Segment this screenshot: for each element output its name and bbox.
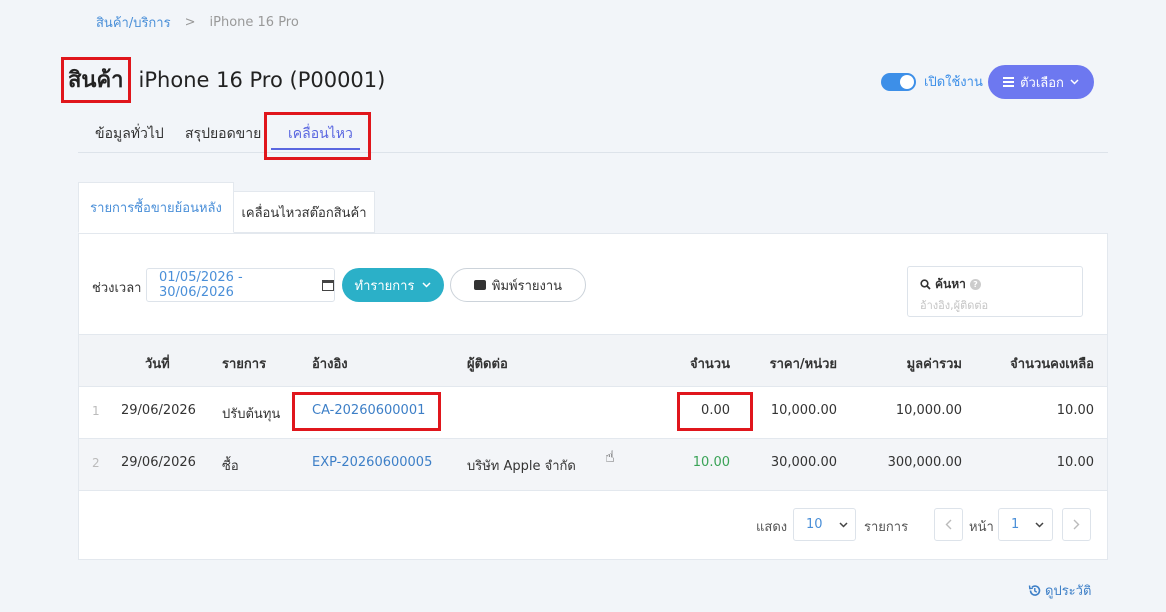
search-title: ค้นหา ? <box>920 275 1070 294</box>
table-header: วันที่ รายการ อ้างอิง ผู้ติดต่อ จำนวน รา… <box>79 334 1107 387</box>
next-page-button[interactable] <box>1062 508 1091 541</box>
print-report-button[interactable]: พิมพ์รายงาน <box>450 268 586 302</box>
row-balance: 10.00 <box>1056 455 1094 470</box>
active-toggle-switch[interactable] <box>881 72 916 91</box>
chevron-down-icon <box>839 521 848 528</box>
col-balance[interactable]: จำนวนคงเหลือ <box>1010 353 1094 374</box>
action-button-label: ทำรายการ <box>354 278 415 294</box>
row-total: 300,000.00 <box>887 455 962 470</box>
title-product-name: iPhone 16 Pro (P00001) <box>138 68 386 92</box>
chevron-left-icon <box>945 519 952 530</box>
breadcrumb: สินค้า/บริการ > iPhone 16 Pro <box>96 12 299 33</box>
table-row: 1 29/06/2026 ปรับต้นทุน CA-20260600001 0… <box>79 387 1107 439</box>
tab-movement-highlight <box>264 112 371 160</box>
row-number: 1 <box>92 404 100 418</box>
options-button-label: ตัวเลือก <box>1020 75 1064 91</box>
date-range-input[interactable]: 01/05/2026 - 30/06/2026 <box>146 268 335 302</box>
col-reference[interactable]: อ้างอิง <box>312 353 348 374</box>
row-quantity: 10.00 <box>692 455 730 470</box>
row-unit-price: 10,000.00 <box>770 403 837 418</box>
search-label: ค้นหา <box>935 277 966 291</box>
pagination-show-label: แสดง <box>756 520 788 535</box>
page-size-value: 10 <box>806 517 823 532</box>
col-unit-price[interactable]: ราคา/หน่วย <box>770 353 837 374</box>
breadcrumb-parent-link[interactable]: สินค้า/บริการ <box>96 12 171 33</box>
main-tabs: ข้อมูลทั่วไป สรุปยอดขาย เคลื่อนไหว <box>78 113 1108 153</box>
chevron-down-icon <box>1035 521 1044 528</box>
col-date[interactable]: วันที่ <box>145 353 170 374</box>
subtab-stock-movement[interactable]: เคลื่อนไหวสต๊อกสินค้า <box>233 191 375 233</box>
search-input[interactable] <box>920 299 1070 312</box>
subtab-transaction-history[interactable]: รายการซื้อขายย้อนหลัง <box>78 182 234 233</box>
menu-icon <box>1003 77 1015 87</box>
row-type: ปรับต้นทุน <box>222 407 281 422</box>
row-date: 29/06/2026 <box>121 455 196 470</box>
row-type: ซื้อ <box>222 459 239 474</box>
page-size-select[interactable]: 10 <box>793 508 856 541</box>
breadcrumb-separator: > <box>184 15 196 30</box>
date-range-value: 01/05/2026 - 30/06/2026 <box>159 270 243 300</box>
row-unit-price: 30,000.00 <box>770 455 837 470</box>
tab-sales-summary[interactable]: สรุปยอดขาย <box>185 123 261 145</box>
options-button[interactable]: ตัวเลือก <box>988 65 1094 99</box>
print-button-label: พิมพ์รายงาน <box>491 278 563 294</box>
breadcrumb-current: iPhone 16 Pro <box>209 15 299 30</box>
history-link-label: ดูประวัติ <box>1045 584 1092 599</box>
prev-page-button[interactable] <box>934 508 963 541</box>
row-balance: 10.00 <box>1056 403 1094 418</box>
row-number: 2 <box>92 456 100 470</box>
action-button[interactable]: ทำรายการ <box>342 268 444 302</box>
chevron-right-icon <box>1073 519 1080 530</box>
hand-cursor-icon: ☝ <box>605 447 615 466</box>
pagination-page-label: หน้า <box>969 520 994 535</box>
search-icon <box>920 279 931 290</box>
help-icon[interactable]: ? <box>969 279 981 290</box>
chevron-down-icon <box>1070 79 1079 85</box>
history-icon <box>1028 585 1041 596</box>
page-number-select[interactable]: 1 <box>998 508 1053 541</box>
view-history-link[interactable]: ดูประวัติ <box>1028 580 1091 601</box>
page-title: สินค้า iPhone 16 Pro (P00001) <box>61 57 385 103</box>
table-row: 2 29/06/2026 ซื้อ EXP-20260600005 บริษัท… <box>79 439 1107 491</box>
period-label: ช่วงเวลา <box>92 281 142 296</box>
col-quantity[interactable]: จำนวน <box>690 353 730 374</box>
row-total: 10,000.00 <box>895 403 962 418</box>
title-type-label: สินค้า <box>61 57 131 103</box>
reference-highlight-box <box>292 392 441 431</box>
col-contact[interactable]: ผู้ติดต่อ <box>467 353 508 374</box>
row-contact: บริษัท Apple จำกัด <box>467 459 576 474</box>
active-toggle-label: เปิดใช้งาน <box>924 75 983 90</box>
col-type[interactable]: รายการ <box>222 353 266 374</box>
chevron-down-icon <box>422 282 431 288</box>
printer-icon <box>473 280 486 290</box>
col-total[interactable]: มูลค่ารวม <box>907 353 962 374</box>
quantity-highlight-box <box>677 392 753 431</box>
row-date: 29/06/2026 <box>121 403 196 418</box>
page-number-value: 1 <box>1011 517 1020 532</box>
active-toggle-group: เปิดใช้งาน <box>881 71 983 92</box>
calendar-icon <box>322 279 334 291</box>
tab-general[interactable]: ข้อมูลทั่วไป <box>95 123 164 145</box>
pagination-items-label: รายการ <box>864 520 909 535</box>
search-box: ค้นหา ? <box>907 266 1083 317</box>
row-reference-link[interactable]: EXP-20260600005 <box>312 455 432 470</box>
